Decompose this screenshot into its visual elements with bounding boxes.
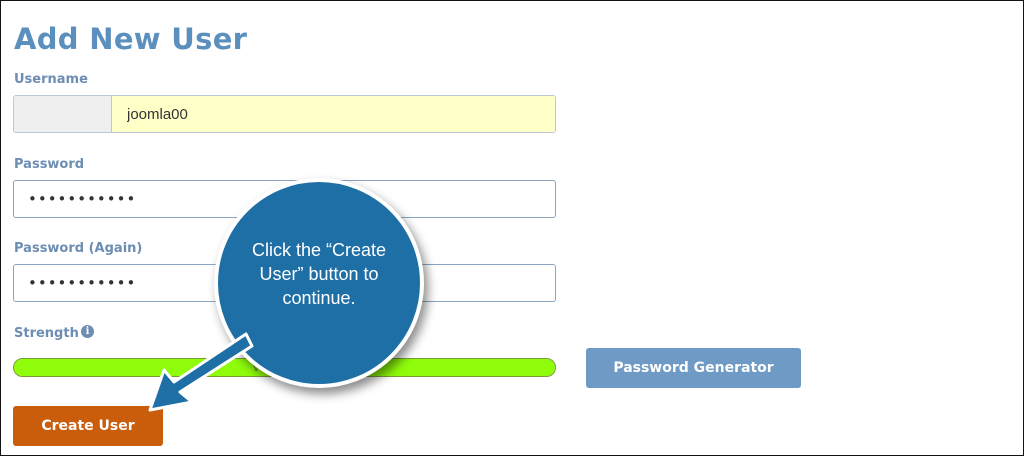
username-input[interactable] [112,96,555,132]
instruction-callout: Click the “Create User” button to contin… [214,178,424,388]
username-field-group [13,95,556,133]
username-prefix [14,96,112,132]
strength-label: Strength [14,326,79,341]
username-label: Username [14,72,88,87]
create-user-button[interactable]: Create User [13,406,163,446]
info-circle-icon[interactable]: i [81,325,94,338]
screenshot-frame [0,0,1024,456]
password-label: Password [14,157,85,172]
password-again-label: Password (Again) [14,241,143,256]
callout-text: Click the “Create User” button to contin… [251,240,387,308]
page-title: Add New User [14,22,248,56]
password-generator-button[interactable]: Password Generator [586,348,801,388]
